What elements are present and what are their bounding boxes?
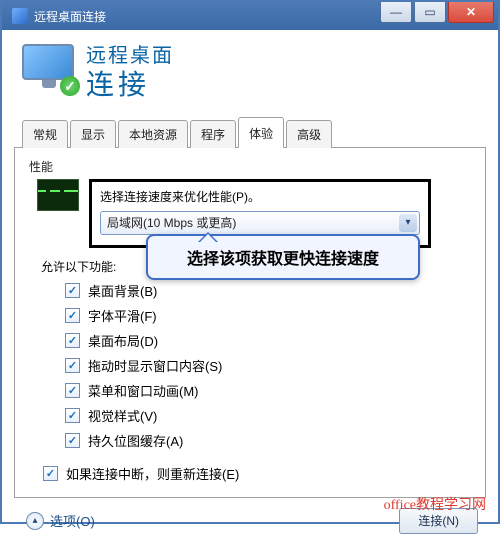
minimize-button[interactable]: — [380, 2, 412, 23]
dialog-header: ✓ 远程桌面 连接 [10, 38, 490, 116]
header-line1: 远程桌面 [86, 44, 174, 68]
connect-button[interactable]: 连接(N) [399, 508, 478, 534]
rdp-icon: ✓ [22, 44, 76, 92]
tab-panel-experience: 性能 选择连接速度来优化性能(P)。 局域网(10 Mbps 或更高) ▾ 允许… [14, 148, 486, 498]
cb-menu-animation[interactable]: ✓菜单和窗口动画(M) [65, 381, 475, 400]
speed-label: 选择连接速度来优化性能(P)。 [100, 188, 420, 205]
check-icon: ✓ [60, 76, 80, 96]
maximize-button[interactable]: ▭ [414, 2, 446, 23]
tab-general[interactable]: 常规 [22, 120, 68, 148]
cb-reconnect[interactable]: ✓如果连接中断，则重新连接(E) [43, 464, 475, 483]
cb-bitmap-cache[interactable]: ✓持久位图缓存(A) [65, 431, 475, 450]
cb-show-window-drag[interactable]: ✓拖动时显示窗口内容(S) [65, 356, 475, 375]
speed-value: 局域网(10 Mbps 或更高) [107, 214, 399, 231]
cb-desktop-composition[interactable]: ✓桌面布局(D) [65, 331, 475, 350]
options-toggle[interactable]: ▴ 选项(O) [26, 511, 95, 530]
cb-font-smoothing[interactable]: ✓字体平滑(F) [65, 306, 475, 325]
close-button[interactable]: ✕ [448, 2, 494, 23]
group-performance-label: 性能 [29, 158, 475, 175]
tab-localres[interactable]: 本地资源 [118, 120, 188, 148]
cb-visual-styles[interactable]: ✓视觉样式(V) [65, 406, 475, 425]
tab-strip: 常规 显示 本地资源 程序 体验 高级 [14, 116, 486, 148]
tab-advanced[interactable]: 高级 [286, 120, 332, 148]
dialog-footer: ▴ 选项(O) 连接(N) [10, 498, 490, 538]
speed-combo[interactable]: 局域网(10 Mbps 或更高) ▾ [100, 211, 420, 235]
tab-display[interactable]: 显示 [70, 120, 116, 148]
titlebar: 远程桌面连接 — ▭ ✕ [2, 2, 498, 30]
tab-programs[interactable]: 程序 [190, 120, 236, 148]
cb-desktop-background[interactable]: ✓桌面背景(B) [65, 281, 475, 300]
annotation-callout: 选择该项获取更快连接速度 [146, 234, 420, 280]
performance-icon [37, 179, 79, 211]
options-list: ✓桌面背景(B) ✓字体平滑(F) ✓桌面布局(D) ✓拖动时显示窗口内容(S)… [65, 281, 475, 450]
chevron-up-icon: ▴ [26, 512, 44, 530]
app-icon [12, 8, 28, 24]
header-line2: 连接 [86, 68, 174, 102]
tab-experience[interactable]: 体验 [238, 117, 284, 148]
chevron-down-icon: ▾ [399, 214, 417, 232]
